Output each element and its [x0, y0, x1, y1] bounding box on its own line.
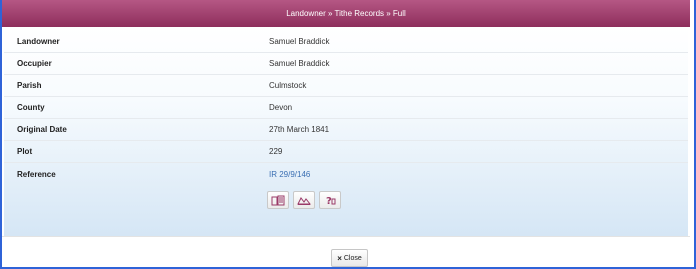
- occupier-value: Samuel Braddick: [269, 59, 330, 68]
- row-landowner: Landowner Samuel Braddick: [4, 31, 688, 53]
- help-icon: ?: [326, 196, 336, 206]
- modal-header: Landowner » Tithe Records » Full: [2, 0, 690, 27]
- county-label: County: [17, 103, 45, 112]
- landowner-value: Samuel Braddick: [269, 37, 330, 46]
- row-plot: Plot 229: [4, 141, 688, 163]
- landowner-label: Landowner: [17, 37, 60, 46]
- plot-label: Plot: [17, 147, 33, 156]
- records-button[interactable]: [267, 191, 289, 209]
- row-parish: Parish Culmstock: [4, 75, 688, 97]
- map-icon: [297, 196, 311, 205]
- records-icon: [271, 195, 285, 205]
- action-icons: ?: [267, 191, 341, 209]
- parish-value: Culmstock: [269, 81, 307, 90]
- breadcrumb: Landowner » Tithe Records » Full: [286, 9, 406, 18]
- record-panel: Landowner Samuel Braddick Occupier Samue…: [4, 27, 688, 236]
- svg-text:?: ?: [326, 196, 332, 206]
- original-date-value: 27th March 1841: [269, 125, 330, 134]
- county-value: Devon: [269, 103, 293, 112]
- reference-link[interactable]: IR 29/9/146: [269, 170, 310, 179]
- occupier-label: Occupier: [17, 59, 52, 68]
- plot-value: 229: [269, 147, 283, 156]
- parish-label: Parish: [17, 81, 42, 90]
- close-label: Close: [343, 254, 362, 262]
- help-button[interactable]: ?: [319, 191, 341, 209]
- original-date-label: Original Date: [17, 125, 67, 134]
- reference-label: Reference: [17, 170, 56, 179]
- close-button[interactable]: × Close: [331, 249, 368, 267]
- row-county: County Devon: [4, 97, 688, 119]
- row-reference: Reference IR 29/9/146: [4, 164, 688, 185]
- row-occupier: Occupier Samuel Braddick: [4, 53, 688, 75]
- footer-divider: [2, 236, 690, 237]
- row-original-date: Original Date 27th March 1841: [4, 119, 688, 141]
- close-icon: ×: [337, 253, 342, 263]
- map-button[interactable]: [293, 191, 315, 209]
